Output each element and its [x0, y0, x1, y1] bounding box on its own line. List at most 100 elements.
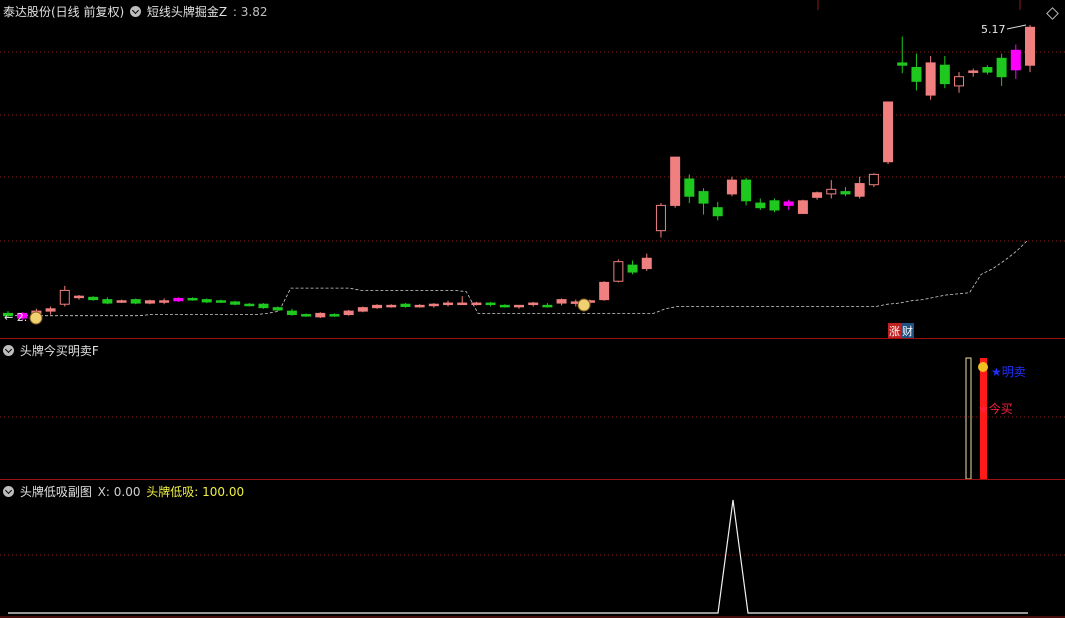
coin-icon [29, 311, 43, 325]
candle-body [812, 192, 823, 198]
sub1-header: 头牌今买明卖F [3, 342, 101, 359]
candle-body [499, 304, 510, 308]
candle-body [215, 300, 226, 303]
candle-body [911, 67, 922, 82]
candle-body [954, 76, 965, 87]
sub-chart-dip-panel[interactable]: 头牌低吸副图 X: 0.00 头牌低吸: 100.00 [0, 480, 1065, 618]
candle-body [514, 304, 524, 308]
candle-body [88, 296, 99, 301]
candle-body [230, 301, 241, 305]
arrow-icon [1006, 24, 1027, 30]
candle-body [343, 310, 354, 316]
candle-body [301, 314, 312, 317]
chevron-down-icon[interactable] [3, 486, 14, 497]
stop-line [10, 239, 1029, 317]
candle-body [130, 299, 141, 304]
indicator-value: : 3.82 [232, 5, 268, 19]
sub-chart-signal-panel[interactable]: 头牌今买明卖F ★明卖 ★今买 [0, 339, 1065, 479]
chevron-down-icon[interactable] [130, 6, 142, 17]
candle-body [428, 303, 439, 307]
sell-signal-label: ★明卖 [991, 365, 1026, 379]
candle-body [272, 307, 283, 311]
candle-body [372, 304, 383, 309]
candle-body [996, 57, 1007, 78]
sub2-value-label: 头牌低吸: 100.00 [146, 485, 245, 499]
candle-body [144, 300, 155, 304]
candle-body [741, 179, 752, 202]
candle-body [982, 67, 993, 73]
candle-body [386, 304, 397, 308]
candle-body [286, 310, 297, 316]
smiley-icon [978, 362, 988, 372]
candle-body [457, 302, 468, 306]
candle-body [854, 183, 865, 197]
candle-body [45, 308, 56, 312]
candle-body [1010, 49, 1021, 71]
candle-body [258, 303, 269, 309]
candle-body [883, 101, 894, 163]
candle-body [613, 261, 624, 282]
signal-bar [980, 358, 987, 479]
candle-body [670, 156, 681, 206]
candle-body [868, 173, 879, 186]
candle-body [528, 302, 539, 306]
low-price-label: ← 2. [4, 311, 28, 324]
candle-body [726, 179, 737, 195]
candle-body [159, 300, 170, 303]
candle-body [684, 178, 695, 197]
candle-body [627, 264, 638, 273]
candle-body [471, 302, 482, 306]
signal-chart[interactable] [0, 339, 1065, 479]
candle-body [244, 303, 255, 307]
dip-line [8, 499, 1028, 614]
candle-body [102, 299, 113, 304]
candlestick-chart[interactable] [0, 0, 1065, 338]
candle-body [542, 304, 553, 308]
candle-body [357, 307, 368, 312]
candle-body [655, 204, 666, 232]
candle-body [939, 64, 950, 85]
candle-body [698, 191, 709, 204]
candle-body [73, 295, 84, 299]
candle-body [826, 188, 837, 195]
badge-cai: 财 [901, 323, 914, 338]
main-chart-panel[interactable]: 泰达股份(日线 前复权) 短线头牌掘金Z : 3.82 5.17 ← 2. 涨 … [0, 0, 1065, 338]
candle-body [769, 200, 780, 211]
hold-bar [965, 357, 972, 479]
candle-body [443, 302, 454, 306]
candle-body [400, 303, 411, 308]
sub1-indicator-name: 头牌今买明卖F [19, 344, 99, 358]
buy-signal-label: ★今买 [978, 402, 1013, 416]
candle-body [485, 302, 496, 306]
chevron-down-icon[interactable] [3, 345, 14, 356]
candle-body [783, 201, 794, 206]
candle-body [556, 299, 567, 304]
high-price-label: 5.17 [981, 23, 1006, 36]
candle-body [641, 257, 652, 270]
dip-chart[interactable] [0, 480, 1065, 618]
sub2-header: 头牌低吸副图 X: 0.00 头牌低吸: 100.00 [3, 483, 246, 500]
candle-body [173, 297, 184, 302]
main-chart-header: 泰达股份(日线 前复权) 短线头牌掘金Z : 3.82 [3, 3, 269, 20]
candle-body [1025, 26, 1035, 66]
candle-body [59, 289, 70, 305]
candle-body [712, 207, 723, 217]
candle-body [755, 202, 766, 209]
candle-body [797, 200, 808, 214]
candle-body [187, 297, 198, 301]
candle-body [968, 70, 979, 73]
candle-body [116, 300, 127, 303]
candle-body [599, 281, 610, 301]
candle-body [329, 314, 340, 317]
candle-body [315, 312, 326, 318]
candle-body [925, 62, 936, 96]
stock-label: 泰达股份(日线 前复权) [3, 5, 125, 19]
indicator-name: 短线头牌掘金Z [146, 5, 228, 19]
badge-zhang: 涨 [888, 323, 901, 338]
candle-body [897, 62, 908, 66]
coin-icon [577, 298, 591, 312]
candle-body [840, 191, 851, 195]
sub2-indicator-name: 头牌低吸副图 [19, 485, 92, 499]
candle-body [201, 299, 212, 303]
candle-body [414, 304, 425, 308]
